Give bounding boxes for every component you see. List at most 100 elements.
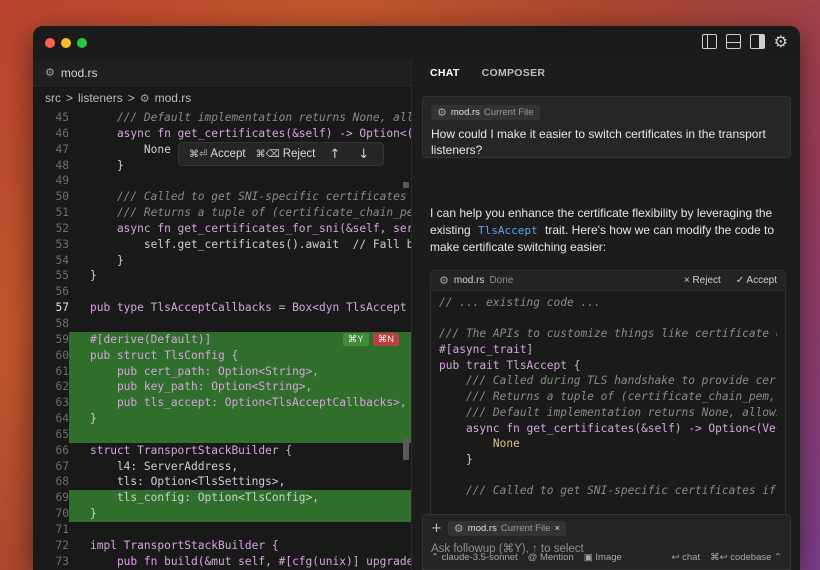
traffic-lights [45, 38, 87, 48]
previous-diff-arrow-icon[interactable]: ↑ [325, 147, 344, 162]
toggle-panel-icon[interactable] [725, 34, 741, 49]
composer-chip-file: mod.rs [467, 523, 497, 534]
titlebar: ⚙ [33, 26, 800, 60]
code-line[interactable]: 64} [33, 411, 411, 427]
code-line[interactable]: 70} [33, 506, 411, 522]
code-line[interactable]: 68 tls: Option<TlsSettings>, [33, 474, 411, 490]
layout-controls: ⚙ [701, 34, 788, 50]
code-line[interactable]: 60 pub struct TlsConfig { [33, 347, 411, 364]
line-number: 58 [55, 316, 69, 330]
code-line[interactable]: 63 pub tls_accept: Option<TlsAcceptCallb… [33, 395, 411, 412]
code-line[interactable]: 71 [33, 522, 411, 538]
maximize-window-button[interactable] [77, 38, 87, 48]
code-block-status: Done [489, 275, 514, 286]
diff-shortcut-badges: ⌘Y ⌘N [342, 332, 399, 346]
code-line[interactable]: 52 async fn get_certificates_for_sni(&se… [33, 221, 411, 237]
composer-chip-close-icon[interactable]: × [554, 523, 560, 534]
toggle-chat-panel-icon[interactable] [749, 34, 765, 49]
code-line[interactable]: 53 self.get_certificates().await // Fall… [33, 237, 411, 253]
code-line[interactable]: 58 [33, 316, 411, 332]
code-line-text: struct TransportStackBuilder { [90, 443, 293, 457]
code-line[interactable]: 49 [33, 173, 411, 189]
editor-tabbar: ⚙ mod.rs [33, 60, 411, 86]
rust-file-icon: ⚙ [139, 91, 150, 105]
code-line[interactable]: 69 tls_config: Option<TlsConfig>, [33, 490, 411, 507]
image-button[interactable]: ▣ Image [584, 552, 622, 563]
code-block-line: async fn get_certificates(&self) -> Opti… [439, 421, 777, 435]
code-line[interactable]: 67 l4: ServerAddress, [33, 459, 411, 475]
code-line[interactable]: 54 } [33, 253, 411, 269]
reject-change-badge[interactable]: ⌘N [372, 332, 399, 346]
code-line-text: /// Called to get SNI-specific certifica… [90, 190, 411, 204]
code-line[interactable]: 45 /// Default implementation returns No… [33, 110, 411, 126]
rust-file-icon: ⚙ [453, 522, 464, 535]
code-line[interactable]: 65 [33, 426, 411, 443]
chat-submit-shortcut[interactable]: ↩ chat [672, 552, 701, 563]
code-block-line: /// The APIs to customize things like ce… [439, 327, 777, 341]
codebase-submit-shortcut[interactable]: ⌘↩ codebase ⌃ [710, 552, 782, 563]
code-block-line: /// Called to get SNI-specific certifica… [439, 484, 777, 498]
breadcrumb-src[interactable]: src [45, 91, 61, 105]
code-line[interactable]: 56 [33, 284, 411, 300]
code-line[interactable]: 66 struct TransportStackBuilder { [33, 443, 411, 459]
line-number: 54 [55, 253, 69, 267]
code-block-line: /// Returns a tuple of (certificate_chai… [439, 390, 777, 404]
editor-tab-mod-rs[interactable]: ⚙ mod.rs [33, 60, 112, 85]
code-line[interactable]: 46 async fn get_certificates(&self) -> O… [33, 126, 411, 142]
rust-file-icon: ⚙ [439, 274, 449, 287]
code-line-text: pub cert_path: Option<String>, [90, 364, 320, 378]
code-editor[interactable]: 45 /// Default implementation returns No… [33, 110, 411, 570]
reject-shortcut: ⌘⌫ [255, 149, 280, 160]
toggle-sidebar-icon[interactable] [701, 34, 717, 49]
line-number: 49 [55, 174, 69, 188]
code-block-line: #[async_trait] [439, 343, 534, 357]
code-block-line: /// Default implementation returns None,… [439, 405, 777, 419]
breadcrumb-listeners[interactable]: listeners [78, 91, 123, 105]
context-file-chip[interactable]: ⚙ mod.rs Current File [431, 105, 540, 120]
code-line[interactable]: 50 /// Called to get SNI-specific certif… [33, 189, 411, 205]
model-selector[interactable]: ⌃ claude-3.5-sonnet [431, 552, 518, 563]
code-block-accept-button[interactable]: ✓ Accept [736, 275, 777, 286]
mention-button[interactable]: @ Mention [528, 552, 574, 563]
code-block-line: // ... existing code ... [439, 296, 601, 309]
code-line[interactable]: 51 /// Returns a tuple of (certificate_c… [33, 205, 411, 221]
accept-shortcut: ⌘⏎ [189, 149, 208, 160]
tab-chat[interactable]: CHAT [430, 67, 460, 79]
code-line[interactable]: 55} [33, 268, 411, 284]
code-line[interactable]: 62 pub key_path: Option<String>, [33, 379, 411, 396]
accept-diff-button[interactable]: ⌘⏎ Accept [189, 148, 246, 160]
accept-change-badge[interactable]: ⌘Y [342, 332, 369, 346]
minimize-window-button[interactable] [61, 38, 71, 48]
line-number: 50 [55, 190, 69, 204]
chip-file-sub: Current File [483, 107, 534, 118]
line-number: 45 [55, 111, 69, 124]
next-diff-arrow-icon[interactable]: ↓ [354, 147, 373, 162]
settings-gear-icon[interactable]: ⚙ [774, 34, 788, 50]
editor-scrollbar-thumb[interactable] [403, 438, 409, 460]
line-number: 70 [33, 506, 69, 522]
code-line[interactable]: 57 pub type TlsAcceptCallbacks = Box<dyn … [33, 300, 411, 316]
reject-diff-button[interactable]: ⌘⌫ Reject [256, 148, 316, 160]
chat-panel: CHAT COMPOSER ⚙ mod.rs Current File How … [413, 60, 800, 570]
composer-file-chip[interactable]: ⚙ mod.rs Current File × [447, 521, 567, 536]
code-line-text: pub fn build(&mut self, #[cfg(unix)] upg… [90, 554, 411, 568]
add-context-plus-icon[interactable]: + [431, 521, 442, 536]
code-line[interactable]: 73 pub fn build(&mut self, #[cfg(unix)] … [33, 554, 411, 570]
code-line[interactable]: 72 impl TransportStackBuilder { [33, 538, 411, 554]
breadcrumb-file[interactable]: mod.rs [155, 91, 192, 105]
close-window-button[interactable] [45, 38, 55, 48]
line-number: 59 [33, 331, 69, 348]
code-line-text: } [90, 253, 124, 267]
suggested-code-block: ⚙ mod.rs Done × Reject ✓ Accept // ... e… [430, 270, 786, 520]
line-number: 72 [55, 538, 69, 552]
code-block-reject-button[interactable]: × Reject [684, 275, 721, 286]
code-line-text: /// Default implementation returns None,… [116, 111, 411, 124]
code-block-line: } [439, 452, 473, 466]
code-line[interactable]: 59 #[derive(Default)] ⌘Y ⌘N [33, 331, 411, 348]
code-block-file: mod.rs [453, 275, 485, 286]
composer-chip-sub: Current File [500, 523, 551, 534]
breadcrumb-separator: > [66, 91, 74, 105]
code-line[interactable]: 61 pub cert_path: Option<String>, [33, 363, 411, 380]
tab-composer[interactable]: COMPOSER [482, 67, 546, 79]
